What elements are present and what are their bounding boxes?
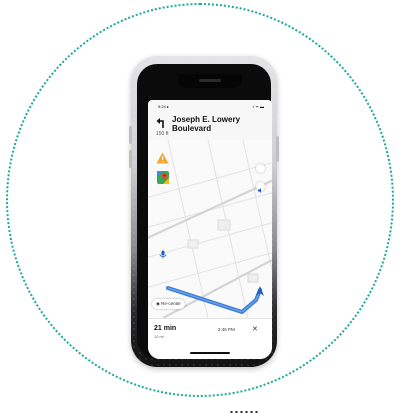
phone-notch bbox=[178, 74, 242, 88]
trip-info-bar: 21 min 10 mi 2:46 PM ✕ bbox=[148, 318, 272, 359]
phone-bezel: 9:24 ▸ ▪ ᯤ ▬ 150 ft Joseph E. Lowery Bou… bbox=[137, 64, 272, 359]
status-icons: ▪ ᯤ ▬ bbox=[252, 104, 264, 109]
speaker-grill bbox=[229, 410, 259, 414]
home-indicator[interactable] bbox=[190, 352, 230, 354]
compass-button[interactable] bbox=[256, 164, 265, 173]
arrival-time: 2:46 PM bbox=[218, 327, 235, 332]
street-name: Joseph E. Lowery Boulevard bbox=[172, 115, 264, 133]
warning-triangle-icon[interactable] bbox=[156, 152, 169, 164]
power-button bbox=[276, 136, 279, 162]
turn-left-arrow-icon bbox=[156, 118, 164, 128]
volume-button bbox=[129, 126, 132, 144]
close-navigation-button[interactable]: ✕ bbox=[252, 325, 258, 333]
recenter-button[interactable]: ◉ Re-center bbox=[152, 299, 185, 309]
trip-distance: 10 mi bbox=[154, 334, 164, 339]
street-name-line1: Joseph E. Lowery bbox=[172, 115, 241, 124]
map-view[interactable] bbox=[148, 140, 272, 318]
phone-screen: 9:24 ▸ ▪ ᯤ ▬ 150 ft Joseph E. Lowery Bou… bbox=[148, 100, 272, 359]
speaker-icon bbox=[258, 188, 261, 193]
microphone-icon[interactable] bbox=[159, 250, 167, 259]
earpiece-speaker bbox=[199, 79, 221, 82]
turn-distance: 150 ft bbox=[156, 131, 169, 137]
google-maps-icon[interactable] bbox=[157, 171, 169, 184]
eta-minutes: 21 min bbox=[154, 325, 177, 332]
status-bar: 9:24 ▸ ▪ ᯤ ▬ bbox=[158, 104, 264, 112]
map-roads bbox=[148, 140, 272, 318]
street-name-line2: Boulevard bbox=[172, 124, 212, 133]
sound-button[interactable] bbox=[256, 182, 265, 193]
phone-device: 9:24 ▸ ▪ ᯤ ▬ 150 ft Joseph E. Lowery Bou… bbox=[129, 56, 279, 414]
volume-button bbox=[129, 150, 132, 168]
status-time: 9:24 ▸ bbox=[158, 104, 169, 109]
